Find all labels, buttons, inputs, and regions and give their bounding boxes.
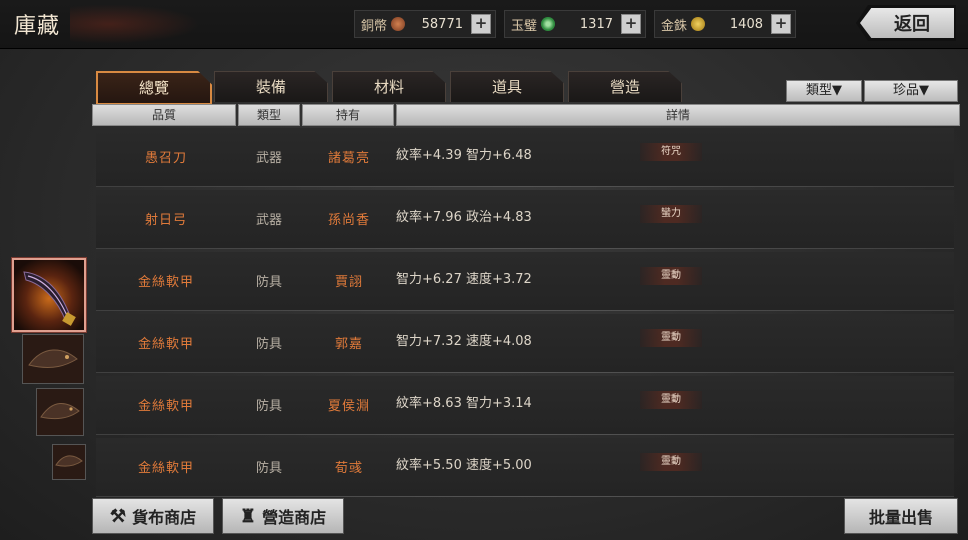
item-name: 金絲軟甲 <box>137 337 194 352</box>
item-detail: 紋率+5.50 速度+5.00 <box>396 458 532 473</box>
column-header-type: 類型 <box>238 104 300 126</box>
item-type: 防具 <box>255 275 282 290</box>
item-tag: 靈動 <box>640 391 702 409</box>
table-row[interactable]: 射日弓 武器 孫尚香 紋率+7.96 政治+4.83 蠻力 <box>96 190 954 249</box>
currency-shop-label: 貨布商店 <box>132 508 197 527</box>
item-type: 武器 <box>255 151 282 166</box>
dragon-weapon-icon <box>23 335 83 383</box>
item-owner: 孫尚香 <box>327 213 370 228</box>
row-divider <box>96 248 954 249</box>
tab-construction[interactable]: 營造 <box>568 71 682 102</box>
currency-shop-button[interactable]: ⚒ 貨布商店 <box>92 498 214 534</box>
table-row[interactable]: 金絲軟甲 防具 賈詡 智力+6.27 速度+3.72 靈動 <box>96 252 954 311</box>
item-detail: 紋率+4.39 智力+6.48 <box>396 148 532 163</box>
item-name: 射日弓 <box>144 213 187 228</box>
item-detail: 紋率+8.63 智力+3.14 <box>396 396 532 411</box>
construction-shop-button[interactable]: ♜ 營造商店 <box>222 498 344 534</box>
item-owner: 郭嘉 <box>334 337 363 352</box>
item-thumbnail[interactable] <box>52 444 86 480</box>
item-type: 防具 <box>255 337 282 352</box>
currency-jade: 玉璧 1317 + <box>504 10 646 38</box>
item-detail: 智力+6.27 速度+3.72 <box>396 272 532 287</box>
jade-coin-icon <box>541 17 556 31</box>
item-owner: 荀彧 <box>334 461 363 476</box>
item-type: 防具 <box>255 399 282 414</box>
gold-coin-icon <box>691 17 706 31</box>
currency-amount: 1408 <box>729 16 763 32</box>
row-divider <box>96 372 954 373</box>
bulk-sell-button[interactable]: 批量出售 <box>844 498 958 534</box>
item-owner: 賈詡 <box>334 275 363 290</box>
blade-weapon-icon <box>14 260 84 330</box>
column-header-quality: 品質 <box>92 104 236 126</box>
currency-amount: 1317 <box>579 16 613 32</box>
item-tag: 蠻力 <box>640 205 702 223</box>
item-type: 武器 <box>255 213 282 228</box>
item-tag: 靈動 <box>640 329 702 347</box>
add-copper-button[interactable]: + <box>471 14 491 34</box>
dragon-weapon-icon <box>37 389 83 435</box>
table-row[interactable]: 金絲軟甲 防具 郭嘉 智力+7.32 速度+4.08 靈動 <box>96 314 954 373</box>
item-detail: 智力+7.32 速度+4.08 <box>396 334 532 349</box>
item-name: 金絲軟甲 <box>137 275 194 290</box>
copper-coin-icon <box>391 17 406 31</box>
item-tag: 符咒 <box>640 143 702 161</box>
dragon-weapon-icon <box>53 445 85 479</box>
item-name: 愚召刀 <box>144 151 187 166</box>
row-divider <box>96 496 954 497</box>
currency-label: 金銖 <box>661 18 688 34</box>
rarity-filter-dropdown[interactable]: 珍品▼ <box>864 80 958 102</box>
currency-label: 玉璧 <box>511 18 538 34</box>
column-header-details: 詳情 <box>396 104 960 126</box>
currency-amount: 58771 <box>421 16 463 32</box>
back-button[interactable]: 返回 <box>860 8 954 38</box>
currency-gold: 金銖 1408 + <box>654 10 796 38</box>
item-owner: 諸葛亮 <box>327 151 370 166</box>
item-thumbnail[interactable] <box>22 334 84 384</box>
item-thumbnail-selected[interactable] <box>12 258 86 332</box>
shovel-icon: ⚒ <box>109 505 127 527</box>
item-owner: 夏侯淵 <box>327 399 370 414</box>
construction-shop-label: 營造商店 <box>262 508 327 527</box>
item-name: 金絲軟甲 <box>137 461 194 476</box>
top-bar: 庫藏 銅幣 58771 + 玉璧 1317 + 金銖 1408 + 返回 <box>0 0 968 49</box>
page-title: 庫藏 <box>14 14 61 39</box>
currency-label: 銅幣 <box>361 18 388 34</box>
row-divider <box>96 434 954 435</box>
item-tag: 靈動 <box>640 267 702 285</box>
tab-overview[interactable]: 總覽 <box>96 71 212 105</box>
tower-icon: ♜ <box>239 505 257 527</box>
table-row[interactable]: 金絲軟甲 防具 荀彧 紋率+5.50 速度+5.00 靈動 <box>96 438 954 497</box>
item-thumbnail[interactable] <box>36 388 84 436</box>
tab-items[interactable]: 道具 <box>450 71 564 102</box>
title-decoration <box>70 4 200 44</box>
add-gold-button[interactable]: + <box>771 14 791 34</box>
row-divider <box>96 310 954 311</box>
item-type: 防具 <box>255 461 282 476</box>
item-name: 金絲軟甲 <box>137 399 194 414</box>
tab-equipment[interactable]: 裝備 <box>214 71 328 102</box>
currency-copper: 銅幣 58771 + <box>354 10 496 38</box>
table-row[interactable]: 金絲軟甲 防具 夏侯淵 紋率+8.63 智力+3.14 靈動 <box>96 376 954 435</box>
tab-materials[interactable]: 材料 <box>332 71 446 102</box>
item-detail: 紋率+7.96 政治+4.83 <box>396 210 532 225</box>
add-jade-button[interactable]: + <box>621 14 641 34</box>
row-divider <box>96 186 954 187</box>
column-header-owner: 持有 <box>302 104 394 126</box>
table-row[interactable]: 愚召刀 武器 諸葛亮 紋率+4.39 智力+6.48 符咒 <box>96 128 954 187</box>
item-tag: 靈動 <box>640 453 702 471</box>
type-filter-dropdown[interactable]: 類型▼ <box>786 80 862 102</box>
